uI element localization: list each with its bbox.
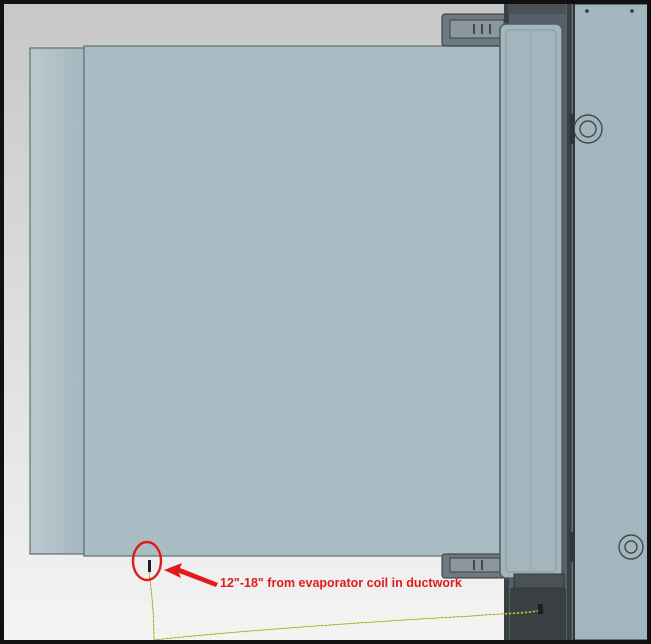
wire-terminal: [538, 604, 543, 614]
annotation-label: 12"-18" from evaporator coil in ductwork: [220, 576, 462, 590]
duct-body: [83, 45, 505, 557]
sensor-probe-icon: [148, 560, 151, 572]
furnace-column: [499, 23, 563, 579]
duct-flange: [29, 47, 85, 555]
diagram-frame: 12"-18" from evaporator coil in ductwork: [0, 0, 651, 644]
furnace-column-base: [513, 573, 565, 589]
diagram-canvas: 12"-18" from evaporator coil in ductwork: [4, 4, 647, 640]
